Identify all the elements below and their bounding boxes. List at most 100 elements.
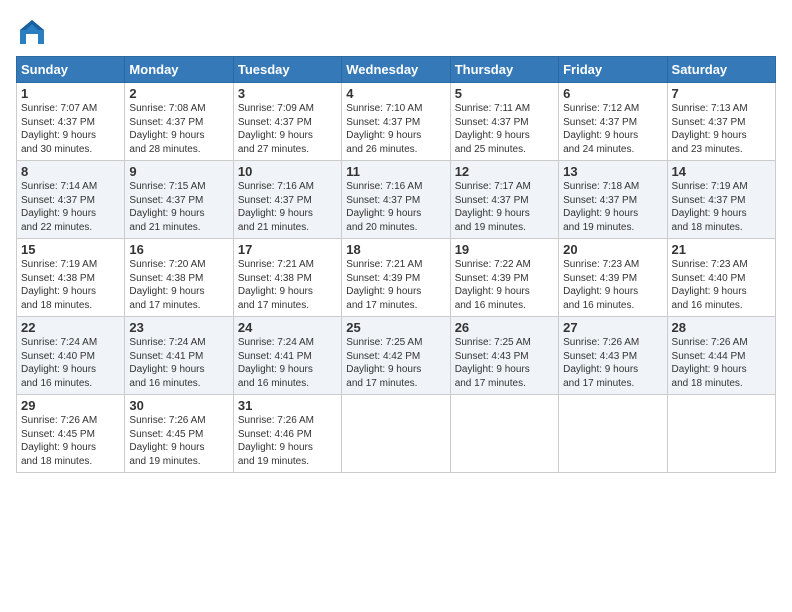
day-number: 29	[21, 398, 120, 413]
cell-details: Sunrise: 7:25 AM Sunset: 4:43 PM Dayligh…	[455, 336, 554, 390]
calendar-cell: 25Sunrise: 7:25 AM Sunset: 4:42 PM Dayli…	[342, 317, 450, 395]
cell-details: Sunrise: 7:16 AM Sunset: 4:37 PM Dayligh…	[238, 180, 337, 234]
calendar-cell: 20Sunrise: 7:23 AM Sunset: 4:39 PM Dayli…	[559, 239, 667, 317]
calendar-week-row: 8Sunrise: 7:14 AM Sunset: 4:37 PM Daylig…	[17, 161, 776, 239]
calendar-cell: 8Sunrise: 7:14 AM Sunset: 4:37 PM Daylig…	[17, 161, 125, 239]
calendar-cell: 16Sunrise: 7:20 AM Sunset: 4:38 PM Dayli…	[125, 239, 233, 317]
day-number: 23	[129, 320, 228, 335]
day-number: 16	[129, 242, 228, 257]
calendar-cell: 6Sunrise: 7:12 AM Sunset: 4:37 PM Daylig…	[559, 83, 667, 161]
calendar-week-row: 22Sunrise: 7:24 AM Sunset: 4:40 PM Dayli…	[17, 317, 776, 395]
logo-icon	[16, 16, 48, 48]
cell-details: Sunrise: 7:21 AM Sunset: 4:39 PM Dayligh…	[346, 258, 445, 312]
day-number: 20	[563, 242, 662, 257]
day-number: 5	[455, 86, 554, 101]
day-number: 4	[346, 86, 445, 101]
day-number: 31	[238, 398, 337, 413]
calendar-header-thursday: Thursday	[450, 57, 558, 83]
calendar-cell: 12Sunrise: 7:17 AM Sunset: 4:37 PM Dayli…	[450, 161, 558, 239]
cell-details: Sunrise: 7:24 AM Sunset: 4:40 PM Dayligh…	[21, 336, 120, 390]
cell-details: Sunrise: 7:12 AM Sunset: 4:37 PM Dayligh…	[563, 102, 662, 156]
calendar-cell: 29Sunrise: 7:26 AM Sunset: 4:45 PM Dayli…	[17, 395, 125, 473]
cell-details: Sunrise: 7:26 AM Sunset: 4:46 PM Dayligh…	[238, 414, 337, 468]
cell-details: Sunrise: 7:26 AM Sunset: 4:43 PM Dayligh…	[563, 336, 662, 390]
day-number: 17	[238, 242, 337, 257]
calendar-cell: 31Sunrise: 7:26 AM Sunset: 4:46 PM Dayli…	[233, 395, 341, 473]
day-number: 27	[563, 320, 662, 335]
calendar-cell: 14Sunrise: 7:19 AM Sunset: 4:37 PM Dayli…	[667, 161, 775, 239]
day-number: 9	[129, 164, 228, 179]
calendar-body: 1Sunrise: 7:07 AM Sunset: 4:37 PM Daylig…	[17, 83, 776, 473]
calendar-week-row: 1Sunrise: 7:07 AM Sunset: 4:37 PM Daylig…	[17, 83, 776, 161]
cell-details: Sunrise: 7:25 AM Sunset: 4:42 PM Dayligh…	[346, 336, 445, 390]
day-number: 18	[346, 242, 445, 257]
day-number: 25	[346, 320, 445, 335]
day-number: 6	[563, 86, 662, 101]
cell-details: Sunrise: 7:22 AM Sunset: 4:39 PM Dayligh…	[455, 258, 554, 312]
calendar-week-row: 29Sunrise: 7:26 AM Sunset: 4:45 PM Dayli…	[17, 395, 776, 473]
calendar-cell: 17Sunrise: 7:21 AM Sunset: 4:38 PM Dayli…	[233, 239, 341, 317]
cell-details: Sunrise: 7:19 AM Sunset: 4:37 PM Dayligh…	[672, 180, 771, 234]
calendar-cell: 5Sunrise: 7:11 AM Sunset: 4:37 PM Daylig…	[450, 83, 558, 161]
calendar-header-sunday: Sunday	[17, 57, 125, 83]
cell-details: Sunrise: 7:11 AM Sunset: 4:37 PM Dayligh…	[455, 102, 554, 156]
calendar-cell: 9Sunrise: 7:15 AM Sunset: 4:37 PM Daylig…	[125, 161, 233, 239]
cell-details: Sunrise: 7:13 AM Sunset: 4:37 PM Dayligh…	[672, 102, 771, 156]
calendar-header-wednesday: Wednesday	[342, 57, 450, 83]
header	[16, 16, 776, 48]
calendar-cell: 13Sunrise: 7:18 AM Sunset: 4:37 PM Dayli…	[559, 161, 667, 239]
day-number: 12	[455, 164, 554, 179]
day-number: 2	[129, 86, 228, 101]
cell-details: Sunrise: 7:16 AM Sunset: 4:37 PM Dayligh…	[346, 180, 445, 234]
cell-details: Sunrise: 7:10 AM Sunset: 4:37 PM Dayligh…	[346, 102, 445, 156]
calendar-cell: 10Sunrise: 7:16 AM Sunset: 4:37 PM Dayli…	[233, 161, 341, 239]
cell-details: Sunrise: 7:09 AM Sunset: 4:37 PM Dayligh…	[238, 102, 337, 156]
day-number: 14	[672, 164, 771, 179]
calendar-cell: 24Sunrise: 7:24 AM Sunset: 4:41 PM Dayli…	[233, 317, 341, 395]
calendar-cell	[559, 395, 667, 473]
calendar-cell	[342, 395, 450, 473]
day-number: 1	[21, 86, 120, 101]
cell-details: Sunrise: 7:26 AM Sunset: 4:44 PM Dayligh…	[672, 336, 771, 390]
cell-details: Sunrise: 7:07 AM Sunset: 4:37 PM Dayligh…	[21, 102, 120, 156]
cell-details: Sunrise: 7:15 AM Sunset: 4:37 PM Dayligh…	[129, 180, 228, 234]
day-number: 13	[563, 164, 662, 179]
cell-details: Sunrise: 7:23 AM Sunset: 4:39 PM Dayligh…	[563, 258, 662, 312]
calendar-cell: 19Sunrise: 7:22 AM Sunset: 4:39 PM Dayli…	[450, 239, 558, 317]
calendar-cell: 11Sunrise: 7:16 AM Sunset: 4:37 PM Dayli…	[342, 161, 450, 239]
day-number: 30	[129, 398, 228, 413]
day-number: 21	[672, 242, 771, 257]
day-number: 10	[238, 164, 337, 179]
calendar-header-saturday: Saturday	[667, 57, 775, 83]
cell-details: Sunrise: 7:19 AM Sunset: 4:38 PM Dayligh…	[21, 258, 120, 312]
calendar-header-row: SundayMondayTuesdayWednesdayThursdayFrid…	[17, 57, 776, 83]
day-number: 24	[238, 320, 337, 335]
logo	[16, 16, 52, 48]
day-number: 15	[21, 242, 120, 257]
cell-details: Sunrise: 7:18 AM Sunset: 4:37 PM Dayligh…	[563, 180, 662, 234]
calendar-cell: 21Sunrise: 7:23 AM Sunset: 4:40 PM Dayli…	[667, 239, 775, 317]
cell-details: Sunrise: 7:24 AM Sunset: 4:41 PM Dayligh…	[129, 336, 228, 390]
calendar-cell: 3Sunrise: 7:09 AM Sunset: 4:37 PM Daylig…	[233, 83, 341, 161]
cell-details: Sunrise: 7:14 AM Sunset: 4:37 PM Dayligh…	[21, 180, 120, 234]
cell-details: Sunrise: 7:17 AM Sunset: 4:37 PM Dayligh…	[455, 180, 554, 234]
calendar-cell: 18Sunrise: 7:21 AM Sunset: 4:39 PM Dayli…	[342, 239, 450, 317]
calendar-cell: 7Sunrise: 7:13 AM Sunset: 4:37 PM Daylig…	[667, 83, 775, 161]
calendar-cell: 27Sunrise: 7:26 AM Sunset: 4:43 PM Dayli…	[559, 317, 667, 395]
calendar-header-tuesday: Tuesday	[233, 57, 341, 83]
day-number: 3	[238, 86, 337, 101]
calendar-cell: 2Sunrise: 7:08 AM Sunset: 4:37 PM Daylig…	[125, 83, 233, 161]
day-number: 8	[21, 164, 120, 179]
calendar-week-row: 15Sunrise: 7:19 AM Sunset: 4:38 PM Dayli…	[17, 239, 776, 317]
calendar-cell: 1Sunrise: 7:07 AM Sunset: 4:37 PM Daylig…	[17, 83, 125, 161]
cell-details: Sunrise: 7:20 AM Sunset: 4:38 PM Dayligh…	[129, 258, 228, 312]
day-number: 26	[455, 320, 554, 335]
calendar-container: SundayMondayTuesdayWednesdayThursdayFrid…	[0, 0, 792, 481]
cell-details: Sunrise: 7:26 AM Sunset: 4:45 PM Dayligh…	[21, 414, 120, 468]
cell-details: Sunrise: 7:21 AM Sunset: 4:38 PM Dayligh…	[238, 258, 337, 312]
calendar-cell: 30Sunrise: 7:26 AM Sunset: 4:45 PM Dayli…	[125, 395, 233, 473]
calendar-table: SundayMondayTuesdayWednesdayThursdayFrid…	[16, 56, 776, 473]
calendar-header-monday: Monday	[125, 57, 233, 83]
cell-details: Sunrise: 7:26 AM Sunset: 4:45 PM Dayligh…	[129, 414, 228, 468]
calendar-cell: 15Sunrise: 7:19 AM Sunset: 4:38 PM Dayli…	[17, 239, 125, 317]
